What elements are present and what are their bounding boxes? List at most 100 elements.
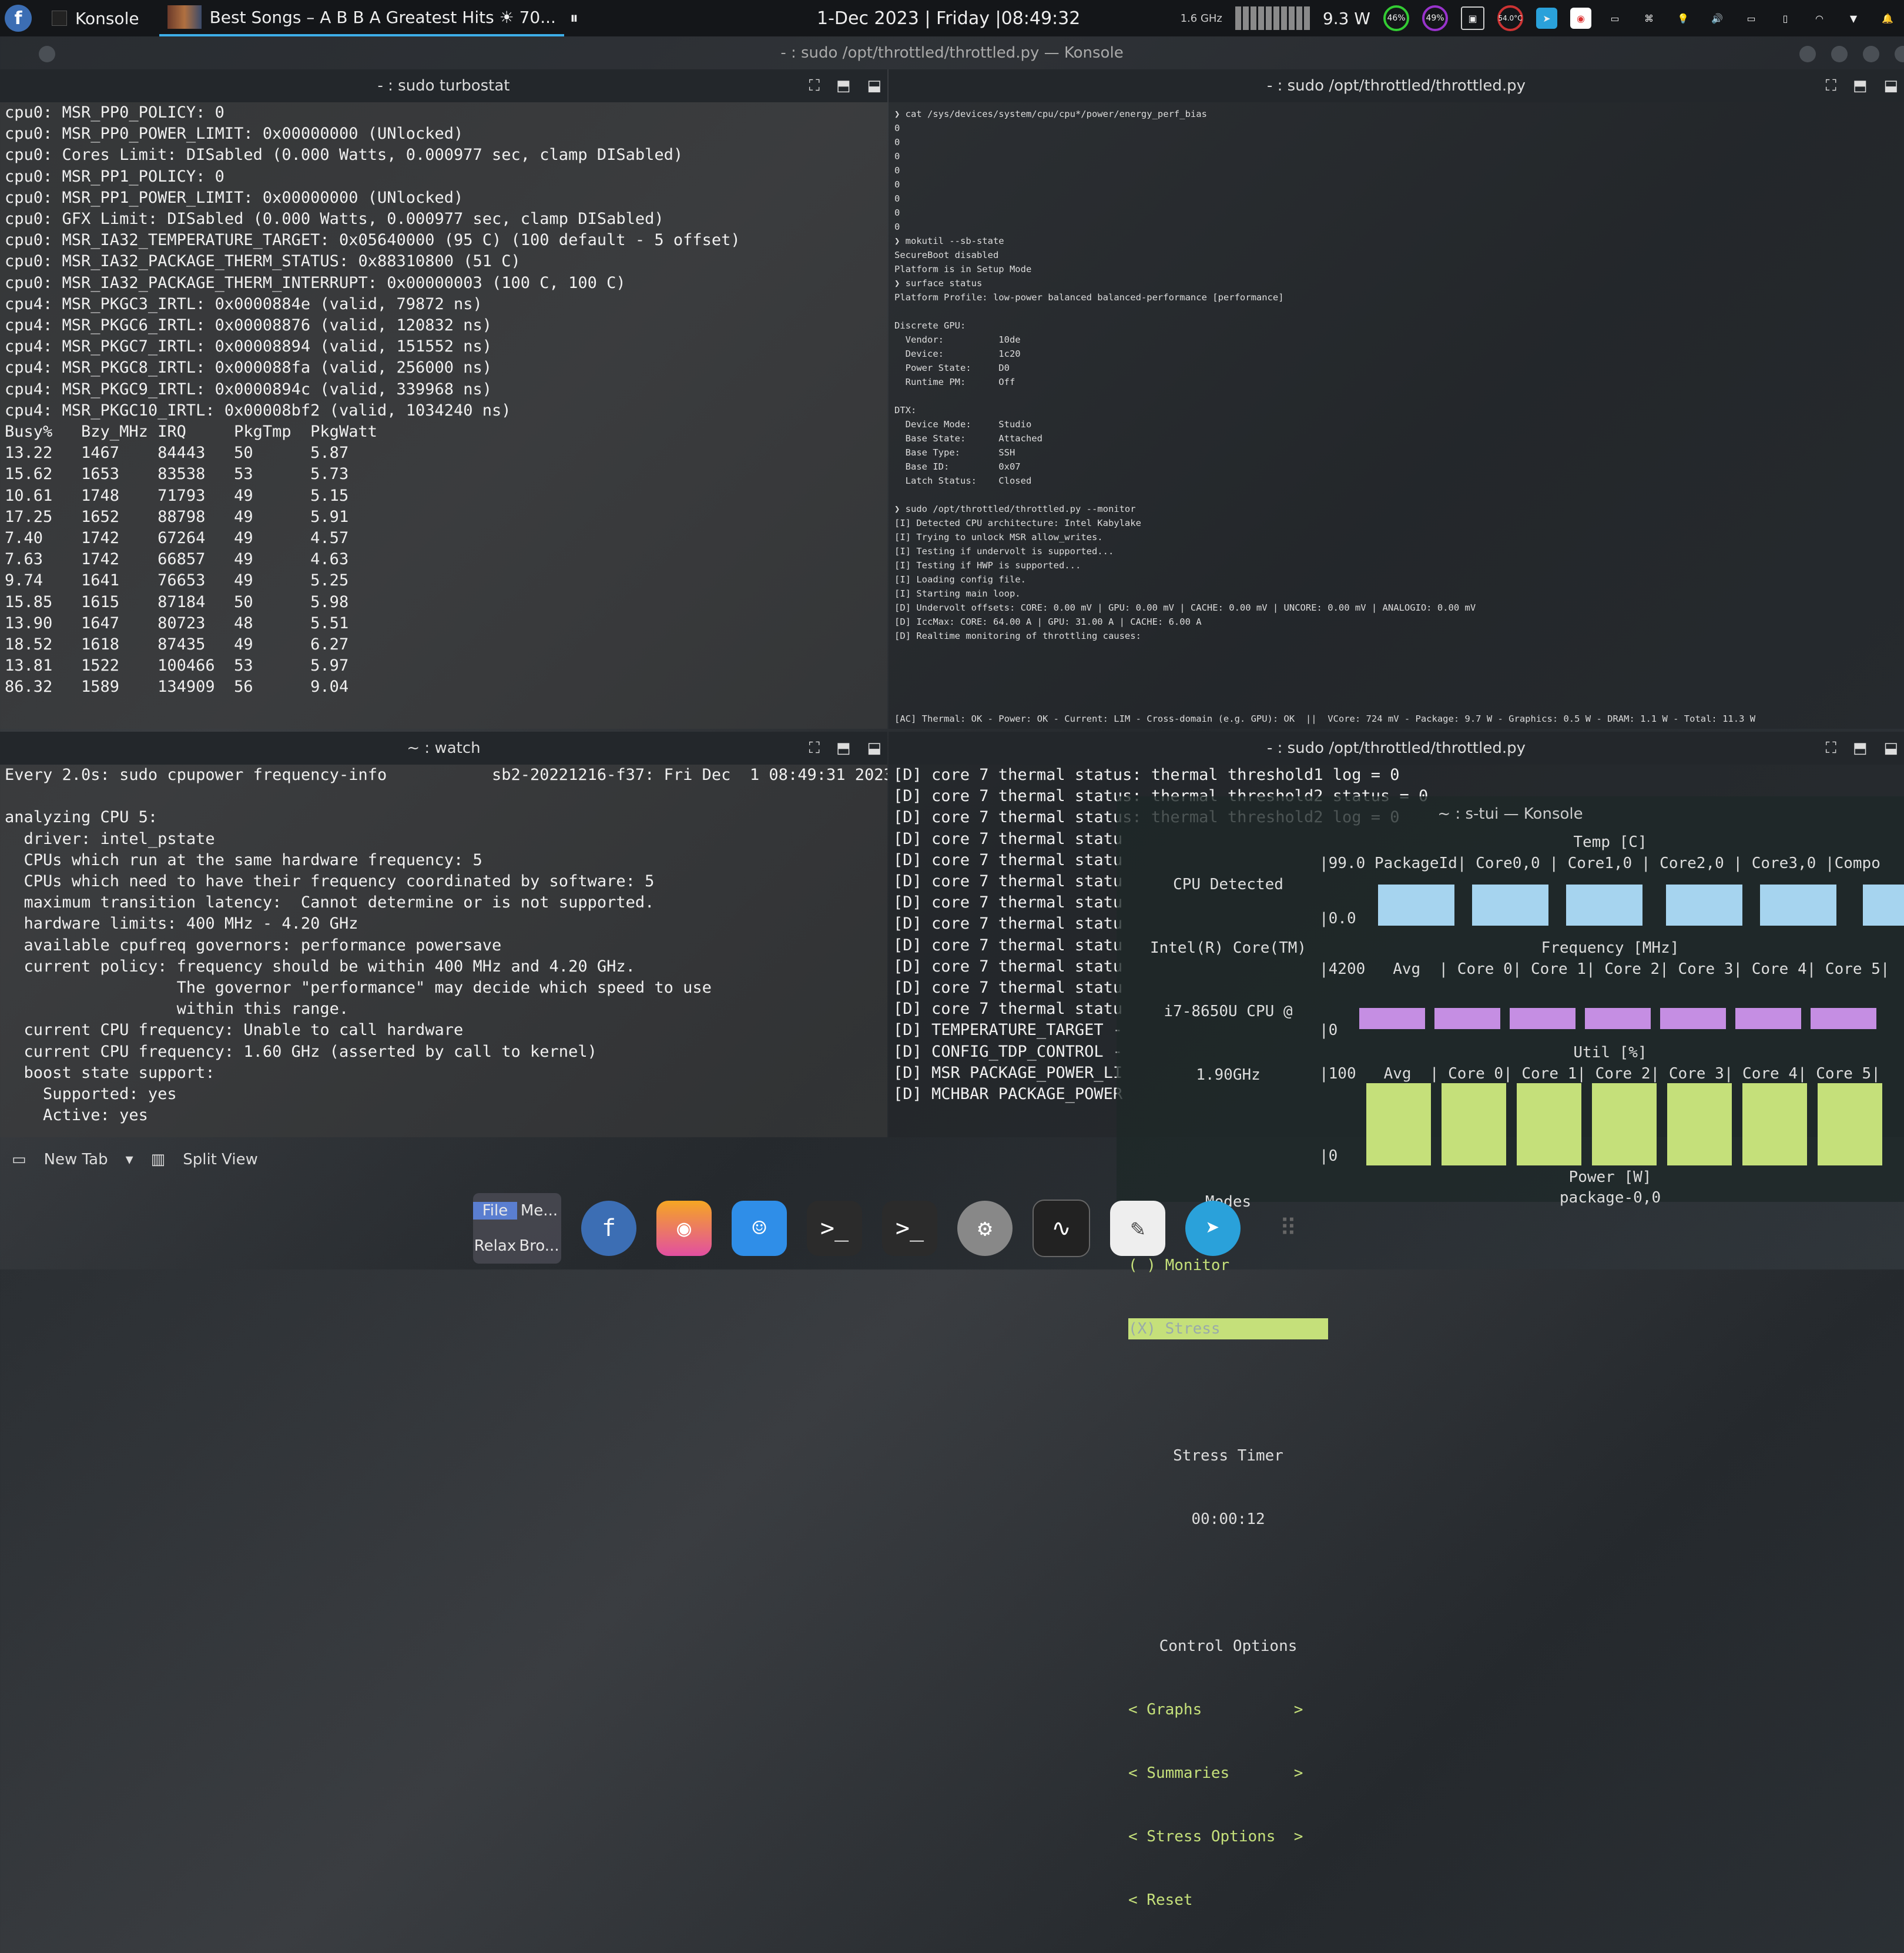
graph-bar: [1818, 1083, 1882, 1165]
memory-icon[interactable]: 49%: [1422, 5, 1448, 31]
pane-throttled-top[interactable]: - : sudo /opt/throttled/throttled.py ⛶ ⬒ ⬓…: [889, 69, 1904, 729]
expand-icon[interactable]: ⛶: [809, 732, 820, 765]
pager-bro[interactable]: Bro...: [517, 1237, 561, 1255]
menu-stress-options[interactable]: < Stress Options >: [1128, 1826, 1328, 1847]
terminal-line: DTX:: [894, 405, 917, 416]
close-pane-icon[interactable]: ⬓: [1883, 732, 1898, 765]
stui-window[interactable]: ~ : s-tui — Konsole CPU Detected Intel(R…: [1117, 796, 1904, 1909]
pager-file[interactable]: File: [473, 1202, 517, 1220]
menu-reset[interactable]: < Reset: [1128, 1890, 1328, 1911]
cpu-name-line1: Intel(R) Core(TM): [1149, 939, 1307, 957]
terminal-line: [D] Undervolt offsets: CORE: 0.00 mV | G…: [894, 602, 1476, 613]
graph-bar: [1863, 885, 1904, 926]
firefox-icon[interactable]: ◉: [656, 1201, 712, 1256]
phone-icon[interactable]: ▯: [1775, 8, 1796, 29]
terminal-output[interactable]: Every 2.0s: sudo cpupower frequency-info…: [0, 765, 887, 1137]
cpu-load-icon[interactable]: 46%: [1383, 5, 1409, 31]
lock-icon[interactable]: ⬒: [836, 732, 851, 765]
text-editor-icon[interactable]: ✎: [1110, 1201, 1165, 1256]
cpu-name-line2: i7-8650U CPU @: [1164, 1003, 1293, 1020]
bell-icon[interactable]: 🔔: [1877, 8, 1898, 29]
cpu-freq-indicator[interactable]: 1.6 GHz: [1181, 12, 1222, 25]
terminal-line: 7.63 1742 66857 49 4.63: [5, 550, 349, 569]
chevron-down-icon[interactable]: ▾: [126, 1151, 133, 1168]
graph-bar: [1742, 1083, 1807, 1165]
clipboard-icon[interactable]: ▭: [1604, 8, 1625, 29]
expand-icon[interactable]: ⛶: [809, 69, 820, 102]
split-view-icon[interactable]: ▥: [151, 1151, 166, 1168]
terminal-icon[interactable]: >_: [807, 1201, 862, 1256]
menu-summaries[interactable]: < Summaries >: [1128, 1763, 1328, 1784]
task-konsole[interactable]: Konsole: [43, 0, 148, 36]
lightbulb-icon[interactable]: 💡: [1672, 8, 1694, 29]
app-grid-icon[interactable]: ⠿: [1261, 1201, 1316, 1256]
terminal-line: Every 2.0s: sudo cpupower frequency-info…: [5, 766, 887, 784]
close-pane-icon[interactable]: ⬓: [1883, 69, 1898, 102]
graph-bar: [1434, 1008, 1500, 1029]
graph-bar: [1510, 1008, 1576, 1029]
battery-icon[interactable]: ▭: [1741, 8, 1762, 29]
clock[interactable]: 1-Dec 2023 | Friday |08:49:32: [817, 0, 1080, 36]
terminal-line: Base State: Attached: [894, 433, 1042, 444]
pane-title: ~ : watch: [407, 739, 481, 757]
pager-me[interactable]: Me...: [517, 1202, 561, 1220]
activity-monitor-icon[interactable]: ∿: [1033, 1200, 1090, 1257]
split-view-button[interactable]: Split View: [183, 1151, 258, 1168]
telegram-icon[interactable]: ➤: [1185, 1201, 1241, 1256]
settings-gear-icon[interactable]: ⚙: [957, 1201, 1013, 1256]
cpu-bars-icon[interactable]: [1235, 6, 1310, 30]
terminal-output[interactable]: ❯ cat /sys/devices/system/cpu/cpu*/power…: [889, 102, 1904, 729]
lock-icon[interactable]: ⬒: [1853, 732, 1868, 765]
chevron-down-icon[interactable]: ▼: [1843, 8, 1864, 29]
pager-widget[interactable]: File Me... Relax Bro...: [473, 1193, 561, 1264]
menu-graphs[interactable]: < Graphs >: [1128, 1699, 1328, 1720]
volume-icon[interactable]: 🔊: [1707, 8, 1728, 29]
lock-icon[interactable]: ⬒: [836, 69, 851, 102]
terminal-line: cpu4: MSR_PKGC3_IRTL: 0x0000884e (valid,…: [5, 294, 482, 313]
pager-relax[interactable]: Relax: [473, 1237, 517, 1255]
pane-turbostat[interactable]: - : sudo turbostat ⛶ ⬒ ⬓ cpu0: MSR_PP0_POL…: [0, 69, 887, 729]
throttled-status-line: [AC] Thermal: OK - Power: OK - Current: …: [894, 713, 1756, 724]
telegram-tray-icon[interactable]: ➤: [1536, 8, 1557, 29]
task-music[interactable]: Best Songs – A B B A Greatest Hits ☀ 70.…: [159, 0, 564, 36]
close-icon[interactable]: [1895, 46, 1904, 62]
fedora-icon[interactable]: f: [581, 1201, 636, 1256]
fedora-logo-icon[interactable]: f: [5, 5, 32, 32]
finder-icon[interactable]: ☺: [732, 1201, 787, 1256]
pane-watch[interactable]: ~ : watch ⛶ ⬒ ⬓ Every 2.0s: sudo cpupower …: [0, 732, 887, 1137]
close-pane-icon[interactable]: ⬓: [867, 69, 881, 102]
expand-icon[interactable]: ⛶: [1826, 69, 1836, 102]
terminal-line: Vendor: 10de: [894, 334, 1021, 345]
wifi-icon[interactable]: ◠: [1809, 8, 1830, 29]
mode-stress[interactable]: (X) Stress: [1128, 1318, 1328, 1339]
terminal-line: [D] IccMax: CORE: 64.00 A | GPU: 31.00 A…: [894, 617, 1202, 627]
maximize-icon[interactable]: [1863, 46, 1879, 62]
expand-icon[interactable]: ⛶: [1826, 732, 1836, 765]
graph-bar: [1442, 1083, 1506, 1165]
konsole-window-title[interactable]: - : sudo /opt/throttled/throttled.py — K…: [0, 36, 1904, 69]
kde-connect-icon[interactable]: ⌘: [1638, 8, 1660, 29]
minimize-icon[interactable]: [1831, 46, 1848, 62]
terminal-line: 18.52 1618 87435 49 6.27: [5, 635, 349, 654]
terminal-line: cpu0: MSR_PP0_POLICY: 0: [5, 103, 224, 122]
temperature-icon[interactable]: 54.0°C: [1497, 5, 1523, 31]
power-readout[interactable]: 9.3 W: [1323, 9, 1370, 28]
chrome-tray-icon[interactable]: ◉: [1570, 8, 1591, 29]
freq-zero: |0: [1319, 1021, 1338, 1039]
window-menu-icon[interactable]: [39, 46, 55, 62]
new-tab-button[interactable]: New Tab: [44, 1151, 108, 1168]
pause-icon[interactable]: ⏸: [570, 8, 578, 28]
konsole-dock-icon[interactable]: >_: [882, 1201, 937, 1256]
terminal-line: [I] Trying to unlock MSR allow_writes.: [894, 532, 1103, 542]
chip-icon[interactable]: ▣: [1461, 6, 1484, 30]
help-icon[interactable]: [1799, 46, 1816, 62]
lock-icon[interactable]: ⬒: [1853, 69, 1868, 102]
new-tab-icon[interactable]: ▭: [12, 1151, 26, 1168]
terminal-line: Base Type: SSH: [894, 447, 1015, 458]
stui-title[interactable]: ~ : s-tui — Konsole: [1117, 796, 1904, 832]
close-pane-icon[interactable]: ⬓: [867, 732, 881, 765]
task-music-label: Best Songs – A B B A Greatest Hits ☀ 70.…: [209, 7, 556, 27]
terminal-output[interactable]: cpu0: MSR_PP0_POLICY: 0 cpu0: MSR_PP0_POW…: [0, 102, 887, 729]
terminal-line: 13.90 1647 80723 48 5.51: [5, 614, 349, 632]
